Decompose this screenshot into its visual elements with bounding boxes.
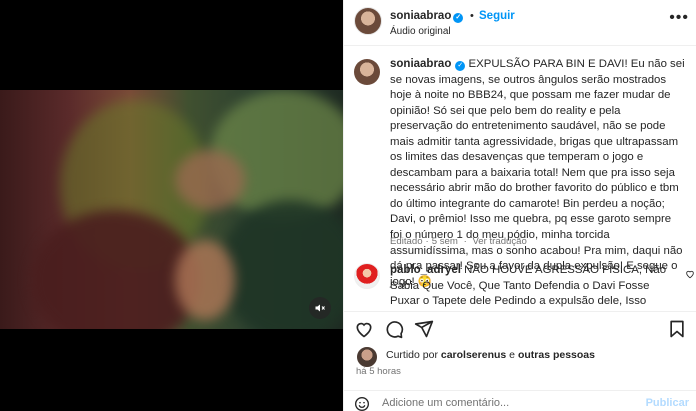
caption-username[interactable]: soniaabrao — [390, 58, 451, 70]
comment-icon[interactable] — [384, 319, 404, 339]
verified-icon: ✓ — [455, 61, 466, 71]
comment-item: pablo_adryel NÃO HOUVE AGRESSÃO FÍSICA, … — [390, 263, 677, 311]
commenter-avatar[interactable] — [354, 263, 380, 289]
header-dot: • — [470, 10, 474, 22]
see-translation-link[interactable]: Ver tradução — [472, 236, 526, 247]
author-avatar[interactable] — [354, 7, 382, 35]
more-options-icon[interactable]: ••• — [669, 10, 689, 26]
author-username[interactable]: soniaabrao ✓ — [390, 10, 464, 23]
post-caption: soniaabrao ✓ EXPULSÃO PARA BIN E DAVI! Eu… — [390, 57, 686, 290]
caption-age[interactable]: 5 sem — [432, 236, 458, 247]
caption-text: EXPULSÃO PARA BIN E DAVI! Eu não sei se … — [390, 58, 685, 288]
meta-separator: · — [425, 236, 429, 247]
post-timestamp[interactable]: há 5 horas — [356, 366, 401, 377]
follow-button[interactable]: Seguir — [479, 10, 515, 22]
author-username-text[interactable]: soniaabrao — [390, 10, 451, 22]
comments-section: soniaabrao ✓ EXPULSÃO PARA BIN E DAVI! Eu… — [344, 47, 696, 311]
likes-connector: e — [509, 349, 516, 361]
heart-icon[interactable] — [354, 319, 374, 339]
liker-avatar[interactable] — [356, 346, 378, 368]
add-comment-row: Publicar — [344, 390, 696, 411]
post-panel: soniaabrao ✓ • Seguir Áudio original ••• … — [343, 0, 696, 411]
emoji-icon[interactable] — [354, 396, 370, 411]
add-comment-input[interactable] — [382, 395, 632, 411]
mute-icon — [315, 304, 325, 312]
liker-username[interactable]: carolserenus — [441, 349, 506, 361]
bookmark-icon[interactable] — [667, 319, 687, 339]
caption-avatar[interactable] — [354, 59, 380, 85]
meta-separator: · — [463, 236, 467, 247]
post-media — [0, 0, 343, 411]
original-audio-link[interactable]: Áudio original — [390, 26, 451, 37]
likes-others[interactable]: outras pessoas — [518, 349, 595, 361]
likes-summary: Curtido por carolserenus e outras pessoa… — [386, 349, 595, 361]
post-actions: Curtido por carolserenus e outras pessoa… — [344, 311, 696, 411]
edited-label: Editado — [390, 236, 423, 247]
verified-icon: ✓ — [453, 13, 464, 23]
mute-button[interactable] — [309, 297, 331, 319]
video-hand — [175, 240, 235, 320]
likes-prefix: Curtido por — [386, 349, 438, 361]
caption-meta: Editado · 5 sem · Ver tradução — [390, 236, 527, 247]
commenter-username[interactable]: pablo_adryel — [390, 264, 461, 276]
comment-like-icon[interactable] — [685, 269, 695, 279]
share-icon[interactable] — [414, 319, 434, 339]
post-video[interactable] — [0, 90, 343, 329]
publish-button[interactable]: Publicar — [646, 397, 689, 409]
post-header: soniaabrao ✓ • Seguir Áudio original ••• — [344, 0, 696, 46]
video-face — [175, 150, 245, 210]
